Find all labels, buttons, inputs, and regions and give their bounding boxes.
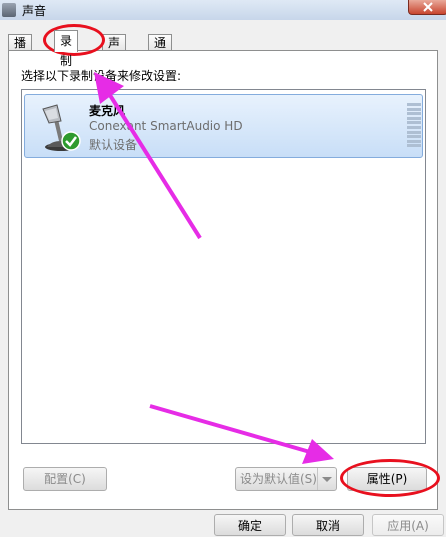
apply-button[interactable]: 应用(A) [372,514,444,536]
set-default-label: 设为默认值(S) [240,472,317,486]
recording-panel: 选择以下录制设备来修改设置: 麦克风 Conexant SmartAudio H… [8,50,438,510]
close-icon [423,2,433,12]
microphone-icon [42,104,81,151]
close-button[interactable] [408,0,446,15]
tab-recording[interactable]: 录制 [54,30,79,68]
chevron-down-icon [322,477,332,482]
cancel-button[interactable]: 取消 [292,514,364,536]
configure-button[interactable]: 配置(C) [23,467,107,491]
properties-button[interactable]: 属性(P) [347,467,427,491]
device-name: 麦克风 [89,104,126,118]
device-status: 默认设备 [89,138,138,152]
device-row-microphone[interactable]: 麦克风 Conexant SmartAudio HD 默认设备 [24,94,423,158]
set-default-dropdown[interactable] [317,468,336,490]
device-driver: Conexant SmartAudio HD [89,119,243,133]
window-title: 声音 [22,4,47,18]
check-icon [61,131,81,151]
device-list[interactable]: 麦克风 Conexant SmartAudio HD 默认设备 [21,89,426,444]
speaker-app-icon [2,3,16,17]
title-bar: 声音 [0,0,446,20]
tab-playback[interactable]: 播放 [8,34,33,66]
set-default-button[interactable]: 设为默认值(S) [235,467,337,491]
ok-button[interactable]: 确定 [214,514,286,536]
instruction-text: 选择以下录制设备来修改设置: [21,69,182,83]
tab-sounds[interactable]: 声音 [102,34,127,66]
level-meter [407,103,421,149]
tab-communications[interactable]: 通信 [148,34,173,66]
